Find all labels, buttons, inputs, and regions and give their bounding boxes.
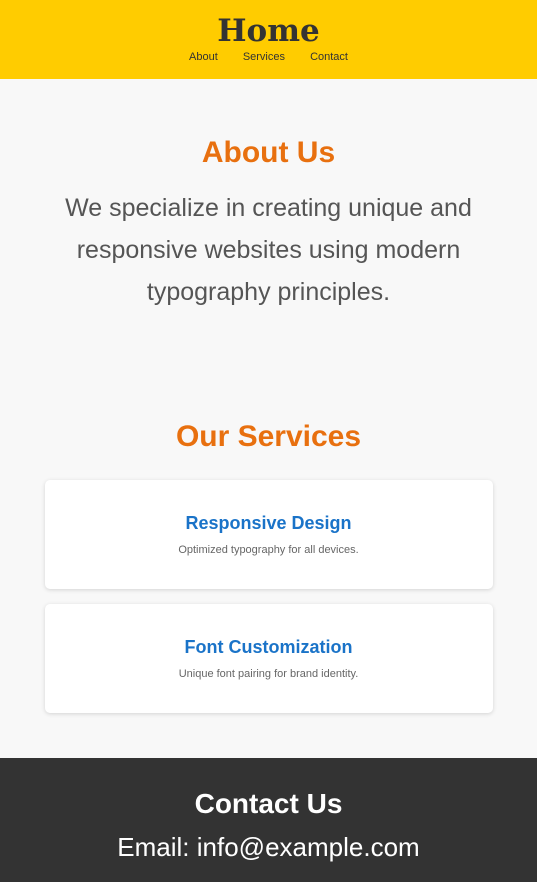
services-section: Our Services Responsive Design Optimized… bbox=[0, 419, 537, 713]
service-card-font-customization: Font Customization Unique font pairing f… bbox=[44, 604, 493, 713]
page-title: Home bbox=[217, 13, 320, 49]
service-card-responsive-design: Responsive Design Optimized typography f… bbox=[44, 480, 493, 589]
main-nav: About Services Contact bbox=[0, 51, 537, 63]
about-section: About Us We specialize in creating uniqu… bbox=[0, 79, 537, 419]
service-description: Optimized typography for all devices. bbox=[178, 544, 359, 556]
about-heading: About Us bbox=[201, 136, 336, 169]
contact-heading: Contact Us bbox=[194, 788, 343, 819]
service-title: Font Customization bbox=[184, 637, 353, 657]
nav-link-services[interactable]: Services bbox=[243, 51, 285, 63]
nav-link-contact[interactable]: Contact bbox=[310, 51, 348, 63]
nav-link-about[interactable]: About bbox=[189, 51, 218, 63]
about-text: We specialize in creating unique and res… bbox=[65, 194, 472, 306]
services-heading: Our Services bbox=[175, 420, 362, 453]
site-header: Home About Services Contact bbox=[0, 0, 537, 79]
contact-footer: Contact Us Email: info@example.com bbox=[0, 758, 537, 882]
service-description: Unique font pairing for brand identity. bbox=[178, 668, 359, 680]
service-title: Responsive Design bbox=[185, 513, 352, 533]
contact-email: Email: info@example.com bbox=[117, 832, 420, 862]
